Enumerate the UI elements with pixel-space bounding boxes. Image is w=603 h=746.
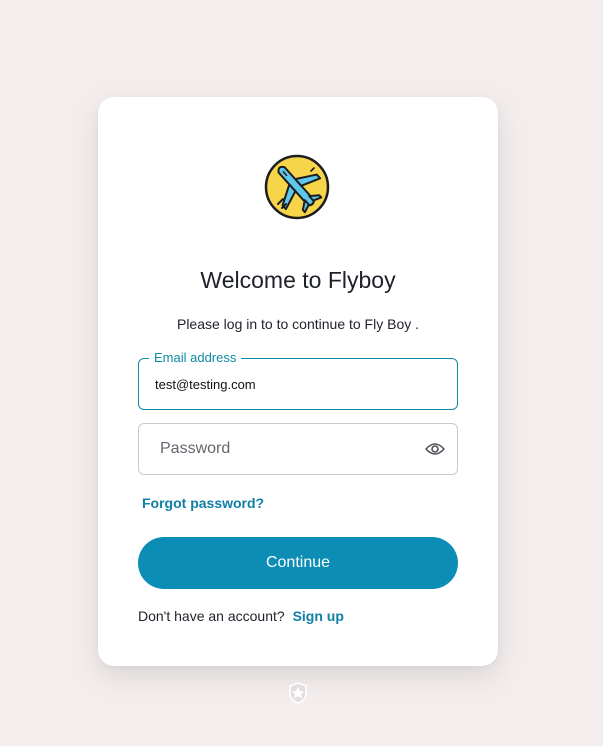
password-input[interactable] (160, 424, 410, 474)
continue-button[interactable]: Continue (138, 537, 458, 589)
eye-icon (425, 443, 445, 455)
flyboy-logo (264, 154, 330, 220)
password-field[interactable] (138, 423, 458, 475)
airplane-icon (264, 154, 330, 220)
signup-prompt: Don't have an account? (138, 608, 285, 624)
page-subtitle: Please log in to to continue to Fly Boy … (176, 316, 420, 332)
forgot-password-link[interactable]: Forgot password? (142, 494, 264, 512)
signup-row: Don't have an account? Sign up (138, 607, 344, 625)
signup-link[interactable]: Sign up (293, 608, 344, 624)
shield-star-icon (287, 682, 309, 704)
login-card: Welcome to Flyboy Please log in to to co… (98, 97, 498, 666)
email-input[interactable] (155, 359, 445, 409)
email-field[interactable]: Email address (138, 349, 458, 410)
show-password-button[interactable] (413, 424, 457, 474)
page-title: Welcome to Flyboy (200, 267, 396, 293)
